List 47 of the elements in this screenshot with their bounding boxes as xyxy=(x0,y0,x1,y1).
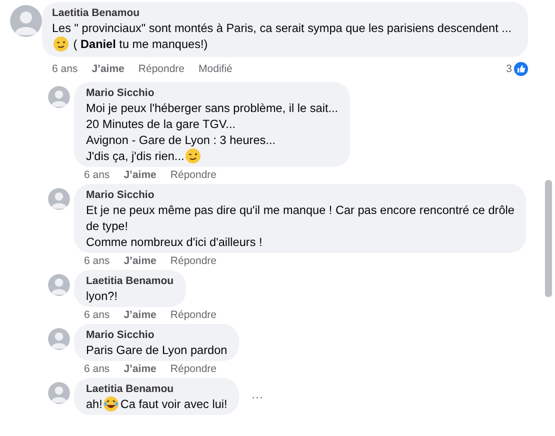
comment-text: ah! Ca faut voir avec lui! xyxy=(86,396,228,412)
like-link[interactable]: J’aime xyxy=(124,169,156,181)
author-name[interactable]: Mario Sicchio xyxy=(86,329,228,342)
timestamp[interactable]: 6 ans xyxy=(84,309,110,321)
comment-text: Comme nombreux d'ici d'ailleurs ! xyxy=(86,234,264,250)
timestamp[interactable]: 6 ans xyxy=(84,169,110,181)
like-link[interactable]: J’aime xyxy=(92,63,124,75)
avatar[interactable] xyxy=(10,5,42,37)
timestamp[interactable]: 6 ans xyxy=(84,363,110,375)
avatar[interactable] xyxy=(48,328,70,350)
wink-emoji-icon xyxy=(53,36,69,52)
like-link[interactable]: J’aime xyxy=(124,255,156,267)
comment-text: Et je ne peux même pas dire qu'il me manque ! Car pas encore rencontré ce drôle xyxy=(86,202,514,218)
comment-text: Les " provinciaux" sont montés à Paris, ca serait sympa que les parisiens descendent ... xyxy=(52,20,513,36)
reply-link[interactable]: Répondre xyxy=(170,363,217,375)
comment-text: 20 Minutes de la gare TGV... xyxy=(86,116,237,132)
reply-link[interactable]: Répondre xyxy=(138,63,185,75)
like-link[interactable]: J’aime xyxy=(124,309,156,321)
author-name[interactable]: Laetitia Benamou xyxy=(52,7,520,20)
comment-text: J'dis ça, j'dis rien... xyxy=(86,148,338,164)
comment-text: de type! xyxy=(86,218,129,234)
author-name[interactable]: Mario Sicchio xyxy=(86,189,514,202)
more-options-button[interactable]: ··· xyxy=(247,390,268,404)
reply-link[interactable]: Répondre xyxy=(170,169,217,181)
reply-link[interactable]: Répondre xyxy=(170,309,217,321)
author-name[interactable]: Laetitia Benamou xyxy=(86,275,174,288)
edited-label[interactable]: Modifié xyxy=(198,63,232,75)
thumbs-up-icon[interactable] xyxy=(514,62,528,76)
author-name[interactable]: Mario Sicchio xyxy=(86,87,338,100)
comment-text: lyon?! xyxy=(86,288,118,304)
comment-text: Moi je peux l'héberger sans problème, il le sait... xyxy=(86,100,338,116)
like-link[interactable]: J’aime xyxy=(124,363,156,375)
avatar[interactable] xyxy=(48,382,70,404)
comment-text: Avignon - Gare de Lyon : 3 heures... xyxy=(86,132,277,148)
avatar[interactable] xyxy=(48,274,70,296)
laughing-emoji-icon xyxy=(103,396,120,412)
wink-emoji-icon xyxy=(185,148,202,164)
avatar[interactable] xyxy=(48,86,70,108)
timestamp[interactable]: 6 ans xyxy=(84,255,110,267)
comment-text: ( Daniel tu me manques!) xyxy=(52,36,520,52)
comment-text: Paris Gare de Lyon pardon xyxy=(86,342,228,358)
scrollbar-thumb[interactable] xyxy=(545,180,552,297)
reaction-count[interactable]: 3 xyxy=(506,63,512,75)
reply-link[interactable]: Répondre xyxy=(170,255,217,267)
avatar[interactable] xyxy=(48,188,70,210)
author-name[interactable]: Laetitia Benamou xyxy=(86,383,228,396)
timestamp[interactable]: 6 ans xyxy=(52,63,78,75)
